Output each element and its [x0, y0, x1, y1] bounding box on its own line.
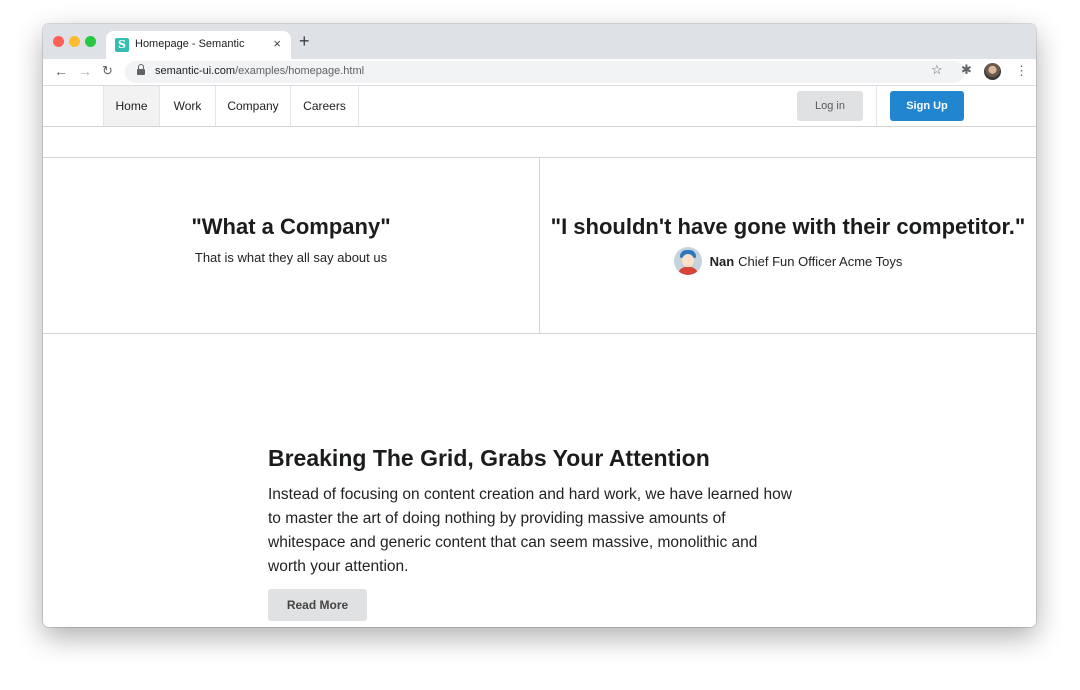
read-more-button[interactable]: Read More [268, 589, 367, 621]
tab-title: Homepage - Semantic [135, 38, 245, 50]
close-tab-icon[interactable]: × [273, 36, 281, 51]
forward-icon[interactable]: → [78, 63, 92, 79]
feature-title: Breaking The Grid, Grabs Your Attention [268, 445, 710, 471]
author-name: Nan [709, 253, 735, 269]
page-content: Home Work Company Careers Log in Sign Up… [43, 86, 1036, 627]
author-row: Nan Chief Fun Officer Acme Toys [540, 247, 1036, 275]
quote-section: "What a Company" That is what they all s… [43, 157, 1036, 334]
nav-item-company[interactable]: Company [216, 86, 291, 126]
nav-item-careers[interactable]: Careers [291, 86, 359, 126]
avatar [673, 247, 702, 275]
back-icon[interactable]: ← [54, 63, 68, 79]
menu-icon[interactable]: ⋮ [1015, 63, 1028, 79]
nav-item-home[interactable]: Home [103, 86, 160, 126]
quote-left-subtext: That is what they all say about us [194, 250, 388, 265]
quote-left-heading: "What a Company" [191, 214, 391, 239]
menu-divider [876, 86, 877, 126]
favicon-icon: S [115, 38, 129, 52]
reload-icon[interactable]: ↻ [102, 63, 113, 79]
quote-right: "I shouldn't have gone with their compet… [540, 213, 1036, 275]
author-title: Chief Fun Officer Acme Toys [738, 253, 903, 269]
nav-item-work[interactable]: Work [160, 86, 216, 126]
tab-bar: S Homepage - Semantic × + [43, 24, 1036, 59]
feature-text: Instead of focusing on content creation … [268, 486, 792, 575]
quote-left: "What a Company" That is what they all s… [43, 213, 539, 267]
star-icon[interactable]: ☆ [931, 62, 943, 78]
lock-icon[interactable] [137, 64, 145, 76]
new-tab-icon[interactable]: + [299, 31, 310, 51]
close-window-button[interactable] [53, 36, 64, 47]
extensions-icon[interactable]: ✱ [961, 62, 972, 78]
signup-button[interactable]: Sign Up [890, 91, 964, 121]
browser-window: S Homepage - Semantic × + ← → ↻ semantic… [43, 24, 1036, 627]
feature-section: Breaking The Grid, Grabs Your Attention … [268, 443, 798, 621]
quote-right-heading: "I shouldn't have gone with their compet… [550, 214, 1026, 239]
minimize-window-button[interactable] [69, 36, 80, 47]
url-text[interactable]: semantic-ui.com/examples/homepage.html [155, 65, 364, 77]
top-menu: Home Work Company Careers Log in Sign Up [43, 86, 1036, 127]
browser-tab[interactable]: S Homepage - Semantic × [106, 31, 291, 59]
address-bar[interactable]: semantic-ui.com/examples/homepage.html [125, 61, 965, 83]
login-button[interactable]: Log in [797, 91, 863, 121]
profile-icon[interactable] [984, 63, 1001, 80]
maximize-window-button[interactable] [85, 36, 96, 47]
address-toolbar: ← → ↻ semantic-ui.com/examples/homepage.… [43, 59, 1036, 86]
